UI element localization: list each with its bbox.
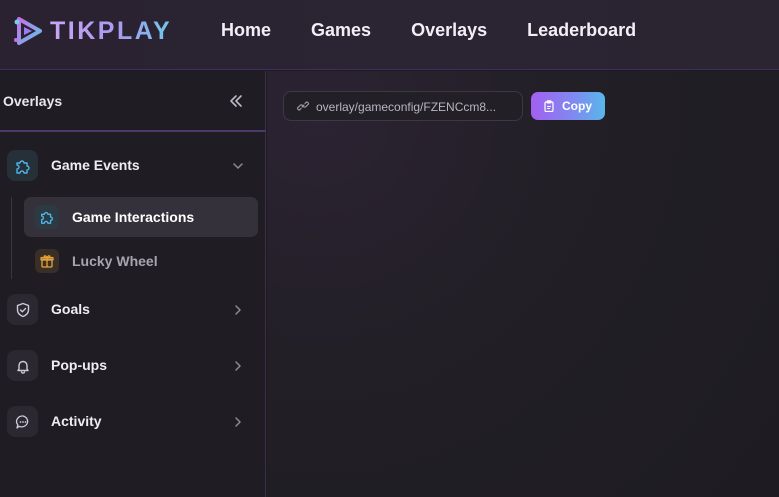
chevron-right-icon	[235, 361, 241, 371]
nav-overlays[interactable]: Overlays	[411, 18, 487, 42]
sidebar-subitem-label: Lucky Wheel	[72, 253, 158, 269]
nav-home[interactable]: Home	[221, 18, 271, 42]
brand-logo[interactable]: TIKPLAY	[12, 12, 172, 50]
main-content	[267, 71, 779, 497]
goals-icon-box	[7, 294, 38, 325]
chat-bubble-icon	[15, 414, 28, 429]
clipboard-copy-icon	[544, 100, 554, 112]
sidebar-item-label: Pop-ups	[51, 357, 107, 373]
chevron-right-icon	[235, 417, 241, 427]
sidebar-item-activity[interactable]: Activity	[6, 404, 256, 440]
sidebar-item-label: Game Events	[51, 157, 140, 173]
game-events-icon-box	[7, 150, 38, 181]
overlay-url-text: overlay/gameconfig/FZENCcm8...	[316, 100, 497, 114]
game-interactions-icon-box	[35, 205, 59, 229]
gift-icon	[40, 255, 54, 268]
puzzle-icon	[15, 159, 30, 174]
sidebar-item-label: Activity	[51, 413, 102, 429]
link-icon	[296, 101, 310, 111]
copy-button[interactable]: Copy	[531, 92, 605, 120]
activity-icon-box	[7, 406, 38, 437]
pop-ups-icon-box	[7, 350, 38, 381]
sidebar-subitem-game-interactions[interactable]: Game Interactions	[24, 197, 258, 237]
sidebar-item-game-events[interactable]: Game Events	[6, 148, 256, 184]
sidebar-item-pop-ups[interactable]: Pop-ups	[6, 348, 256, 384]
nav-leaderboard[interactable]: Leaderboard	[527, 18, 636, 42]
nav-games[interactable]: Games	[311, 18, 371, 42]
sidebar-subitem-label: Game Interactions	[72, 209, 195, 225]
sidebar-header: Overlays	[0, 71, 266, 132]
chevron-down-icon	[233, 163, 243, 169]
chevron-right-icon	[235, 305, 241, 315]
top-navigation-bar: TIKPLAY Home Games Overlays Leaderboard	[0, 0, 779, 70]
collapse-sidebar-icon[interactable]	[226, 91, 246, 111]
copy-button-label: Copy	[562, 99, 592, 113]
puzzle-icon	[41, 211, 53, 224]
sidebar-subitem-lucky-wheel[interactable]: Lucky Wheel	[24, 241, 258, 281]
play-logo-icon	[14, 17, 42, 45]
main-nav: Home Games Overlays Leaderboard	[221, 18, 676, 42]
sidebar-item-label: Goals	[51, 301, 90, 317]
overlay-url-field[interactable]: overlay/gameconfig/FZENCcm8...	[283, 91, 523, 121]
brand-name: TIKPLAY	[50, 16, 173, 45]
sidebar-item-goals[interactable]: Goals	[6, 292, 256, 328]
sidebar-title: Overlays	[3, 93, 63, 109]
bell-icon	[16, 360, 29, 374]
lucky-wheel-icon-box	[35, 249, 59, 273]
submenu-guide-line	[11, 197, 12, 279]
shield-check-icon	[16, 302, 29, 317]
